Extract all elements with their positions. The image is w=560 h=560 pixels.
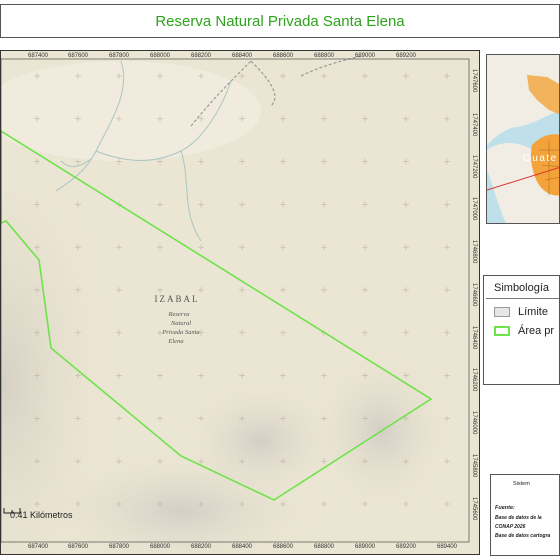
y-tick: 1747200 [471,155,477,179]
inset-map[interactable]: Guate [486,54,560,224]
source-line: CONAP 2026 [495,524,526,530]
x-tick-bottom: 688400 [232,544,253,550]
legend-label: Área pr [518,325,555,337]
y-tick: 1747600 [471,69,477,93]
x-tick-bottom: 688000 [150,544,171,550]
x-tick-bottom: 687600 [68,544,89,550]
coordinate-system-label: Sistem [513,481,530,487]
x-tick-bottom: 689400 [437,544,458,550]
source-info-panel: Sistem Fuente: Base de datos de la CONAP… [490,474,560,556]
legend-panel: Simbología Límite Área pr [483,275,560,385]
legend-swatch-limit [494,307,510,317]
legend-item-limit: Límite [494,306,548,318]
x-tick-top: 688600 [273,53,294,59]
legend-divider [486,298,559,299]
x-tick-top: 687600 [68,53,89,59]
x-tick-top: 688200 [191,53,212,59]
source-label: Fuente: [495,505,515,511]
x-tick-top: 689000 [355,53,376,59]
y-tick: 1746800 [471,240,477,264]
x-tick-top: 687800 [109,53,130,59]
x-tick-top: 688400 [232,53,253,59]
legend-title: Simbología [494,282,550,294]
y-tick: 1747400 [471,113,477,137]
inset-canvas: Guate [487,55,559,223]
y-tick: 1745800 [471,454,477,478]
inset-country-label: Guate [523,153,558,164]
feature-label-line: Elena [167,338,183,345]
x-tick-bottom: 687400 [28,544,49,550]
x-tick-bottom: 689000 [355,544,376,550]
map-title-bar: Reserva Natural Privada Santa Elena [0,4,560,38]
x-tick-bottom: 688600 [273,544,294,550]
source-line: Base de datos cartogra [495,533,551,539]
x-tick-top: 688000 [150,53,171,59]
x-tick-top: 687400 [28,53,49,59]
y-tick: 1746000 [471,411,477,435]
legend-swatch-protected-area [494,326,510,336]
scale-label: 0.41 Kilómetros [10,510,73,520]
legend-label: Límite [518,306,548,318]
map-canvas: IZABAL Reserva Natural Privada Santa Ele… [1,51,479,554]
x-tick-bottom: 687800 [109,544,130,550]
legend-item-protected-area: Área pr [494,325,554,337]
region-label: IZABAL [155,294,200,304]
x-tick-top: 689200 [396,53,417,59]
y-tick: 1746200 [471,368,477,392]
x-tick-bottom: 688800 [314,544,335,550]
x-tick-top: 688800 [314,53,335,59]
x-tick-bottom: 689200 [396,544,417,550]
y-tick: 1746600 [471,283,477,307]
map-title: Reserva Natural Privada Santa Elena [155,12,405,30]
y-tick: 1745600 [471,497,477,521]
y-tick: 1746400 [471,326,477,350]
source-line: Base de datos de la [495,515,542,521]
x-tick-bottom: 688200 [191,544,212,550]
y-tick: 1747000 [471,197,477,221]
main-map[interactable]: IZABAL Reserva Natural Privada Santa Ele… [0,50,480,555]
feature-label-line: Reserva [168,311,190,318]
feature-label-line: Privada Santa [161,329,199,336]
feature-label-line: Natural [170,320,191,327]
